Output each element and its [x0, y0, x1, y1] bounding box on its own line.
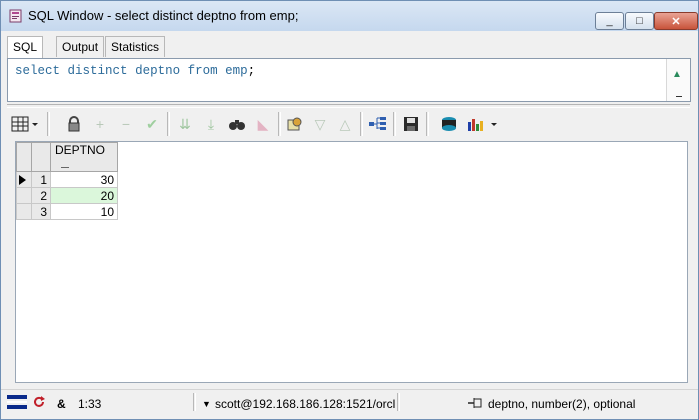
query-icon [287, 117, 302, 131]
deptno-cell[interactable]: 30 [50, 171, 118, 188]
double-chevron-down-icon: ⇊ [179, 115, 191, 132]
result-table: DEPTNO 1 30 2 20 3 10 [16, 142, 118, 220]
chevron-down-bar-icon: ⤓ [207, 115, 215, 132]
maximize-icon: □ [636, 15, 643, 27]
column-sort-icon[interactable] [61, 159, 69, 168]
lock-icon [68, 116, 80, 132]
column-pin-icon [468, 398, 482, 408]
connection-dropdown-icon[interactable]: ▼ [202, 399, 211, 409]
close-icon: ✕ [671, 15, 681, 28]
export-button[interactable] [438, 113, 460, 135]
header-row: DEPTNO [16, 142, 118, 172]
sql-keyword: from [187, 64, 218, 78]
fetch-last-button[interactable]: ⤓ [200, 113, 222, 135]
sql-keyword: select [15, 64, 61, 78]
refresh-icon[interactable] [32, 395, 46, 409]
grid-view-button[interactable] [11, 113, 41, 135]
row-number: 3 [31, 203, 51, 220]
bar-chart-icon [468, 119, 497, 131]
delete-record-button[interactable]: − [115, 113, 137, 135]
toolbar-separator [278, 112, 281, 136]
post-changes-button[interactable]: ✔ [141, 113, 163, 135]
ampersand-indicator: & [57, 397, 66, 411]
tab-output[interactable]: Output [56, 36, 105, 57]
title-bar[interactable]: SQL Window - select distinct deptno from… [1, 1, 698, 31]
indicator-header [16, 142, 32, 172]
column-header-deptno[interactable]: DEPTNO [50, 142, 118, 172]
status-separator [397, 393, 400, 411]
sql-identifier: emp [225, 64, 248, 78]
lock-button[interactable] [63, 113, 85, 135]
row-number: 1 [31, 171, 51, 188]
result-grid[interactable]: DEPTNO 1 30 2 20 3 10 [15, 141, 688, 383]
current-row-arrow-icon [19, 175, 26, 185]
eraser-icon: ◣ [257, 115, 269, 132]
tab-sql[interactable]: SQL [7, 36, 44, 59]
check-icon: ✔ [146, 115, 158, 132]
sql-editor[interactable]: select distinct deptno from emp; ▲ [7, 58, 691, 102]
connection-info[interactable]: scott@192.168.186.128:1521/orcl [215, 397, 395, 411]
minimize-button[interactable]: _ [595, 12, 624, 30]
chevron-down-icon: ▽ [314, 115, 326, 132]
scroll-up-icon[interactable]: ▲ [672, 69, 682, 80]
sql-window: SQL Window - select distinct deptno from… [0, 0, 699, 420]
plus-icon: + [95, 116, 105, 132]
clear-button[interactable]: ◣ [252, 113, 274, 135]
database-icon [442, 117, 456, 131]
sql-identifier: deptno [135, 64, 181, 78]
close-button[interactable]: ✕ [654, 12, 698, 30]
chevron-up-icon: △ [339, 115, 351, 132]
find-button[interactable] [226, 113, 248, 135]
toolbar-separator [360, 112, 363, 136]
table-row[interactable]: 2 20 [16, 187, 118, 204]
row-number-header [31, 142, 51, 172]
toolbar-separator [47, 112, 50, 136]
window-title: SQL Window - select distinct deptno from… [28, 8, 299, 23]
row-indicator [16, 187, 32, 204]
grid-icon [11, 116, 38, 132]
table-row[interactable]: 3 10 [16, 203, 118, 220]
toolbar-separator [426, 112, 429, 136]
status-bar: & 1:33 ▼ scott@192.168.186.128:1521/orcl… [1, 389, 698, 416]
minimize-icon: _ [606, 15, 613, 27]
result-toolbar: + − ✔ ⇊ ⤓ ◣ ▽ △ [11, 111, 691, 139]
tab-statistics[interactable]: Statistics [105, 36, 166, 57]
deptno-cell[interactable]: 20 [50, 187, 118, 204]
toolbar-separator [167, 112, 170, 136]
scroll-down-icon[interactable] [676, 96, 682, 97]
tree-icon [369, 117, 386, 130]
sql-keyword: distinct [67, 64, 128, 78]
sql-window-icon [9, 9, 22, 23]
insert-record-button[interactable]: + [89, 113, 111, 135]
column-info: deptno, number(2), optional [488, 397, 636, 411]
save-button[interactable] [400, 113, 422, 135]
splitter[interactable] [7, 104, 690, 108]
binoculars-icon [229, 120, 245, 130]
sql-window-list-icon[interactable] [7, 394, 27, 410]
row-number: 2 [31, 187, 51, 204]
next-record-button[interactable]: △ [334, 113, 356, 135]
maximize-button[interactable]: □ [625, 12, 654, 30]
fetch-next-button[interactable]: ⇊ [174, 113, 196, 135]
table-row[interactable]: 1 30 [16, 171, 118, 188]
row-indicator [16, 203, 32, 220]
single-record-view-button[interactable] [367, 113, 389, 135]
deptno-cell[interactable]: 10 [50, 203, 118, 220]
status-separator [193, 393, 196, 411]
minus-icon: − [121, 116, 131, 132]
toolbar-separator [393, 112, 396, 136]
cursor-position: 1:33 [78, 397, 102, 411]
current-row-indicator [16, 171, 32, 188]
previous-record-button[interactable]: ▽ [309, 113, 331, 135]
sql-statement[interactable]: select distinct deptno from emp; [15, 64, 255, 78]
query-by-example-button[interactable] [284, 113, 306, 135]
editor-scrollbar[interactable]: ▲ [666, 59, 690, 101]
chart-button[interactable] [466, 113, 502, 135]
floppy-disk-icon [404, 117, 418, 131]
